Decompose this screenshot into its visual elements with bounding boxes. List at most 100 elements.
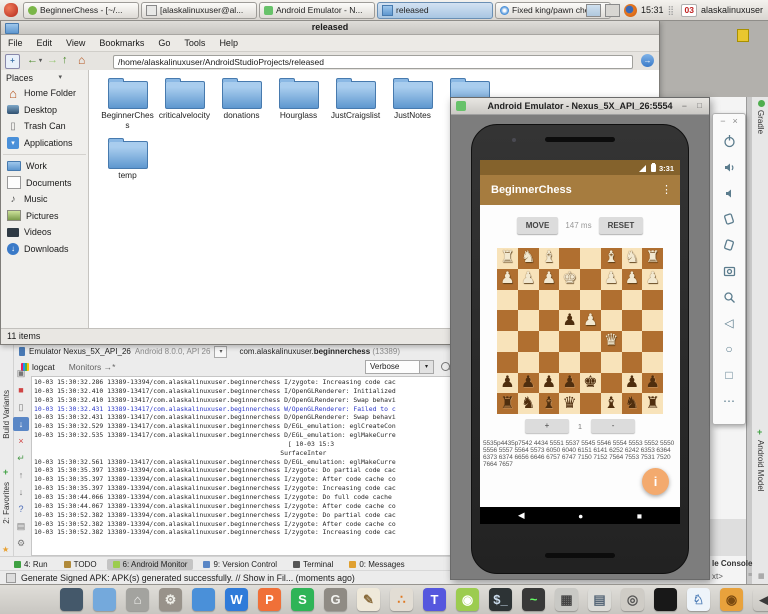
tool-window-tab[interactable]: 0: Messages [343,559,410,570]
board-square[interactable] [642,290,663,311]
volume-down-icon[interactable] [713,180,745,206]
new-tab-icon[interactable]: + [5,54,20,69]
folder-item[interactable]: criticalvelocity [156,81,213,130]
terminal[interactable]: $_ [489,588,512,611]
board-square[interactable] [622,352,643,373]
emulator-titlebar[interactable]: Android Emulator - Nexus_5X_API_26:5554 … [451,98,709,115]
console-mini-icon[interactable]: ≡ [748,572,752,579]
tab-favorites[interactable]: 2: Favorites [2,482,11,524]
screenshot-tool[interactable]: ◎ [621,588,644,611]
menu-item[interactable]: Tools [177,38,212,48]
folder-item[interactable]: temp [99,141,156,181]
board-square[interactable] [497,331,518,352]
board-square[interactable]: ♞ [518,393,539,414]
overview-icon[interactable]: □ [713,362,745,388]
phone[interactable] [654,588,677,611]
board-square[interactable] [642,310,663,331]
power-icon[interactable] [713,128,745,154]
folder-item[interactable]: JustNotes [384,81,441,130]
board-square[interactable]: ♟ [580,310,601,331]
menu-item[interactable]: Go [151,38,177,48]
board-square[interactable] [559,352,580,373]
tray-icon[interactable]: ⣿ [667,5,677,15]
gradle-console-tab[interactable]: le Console [712,559,752,568]
board-square[interactable] [642,352,663,373]
place-item[interactable]: Music [1,191,88,208]
places-header[interactable]: Places▾ [1,70,88,85]
go-icon[interactable]: → [641,54,654,67]
taskbar-window-button[interactable]: BeginnerChess - [~/... [23,2,139,19]
wrap-icon[interactable]: ↵ [13,451,29,465]
tool-window-tab[interactable]: 4: Run [8,559,54,570]
tool-window-tab[interactable]: TODO [58,559,103,570]
board-square[interactable]: ♟ [497,269,518,290]
board-square[interactable] [580,290,601,311]
folder-item[interactable]: BeginnerChess [99,81,156,130]
menu-item[interactable]: Bookmarks [92,38,151,48]
move-button[interactable]: MOVE [517,217,559,234]
jack-audio[interactable]: ◉ [720,588,743,611]
home-icon[interactable]: ○ [713,336,745,362]
board-square[interactable] [518,352,539,373]
folder-item[interactable]: donations [213,81,270,130]
window-titlebar[interactable]: released [1,21,659,35]
tool-window-tab[interactable]: Terminal [287,559,339,570]
back-dropdown-icon[interactable]: ▾ [39,54,42,69]
place-item[interactable]: Desktop [1,102,88,119]
device-name[interactable]: Emulator Nexus_5X_API_26 [29,347,131,356]
taskbar-window-button[interactable]: released [377,2,493,19]
place-item[interactable]: Videos [1,224,88,241]
close-icon[interactable]: × [733,114,738,128]
home-icon[interactable]: ⌂ [78,54,85,67]
gear-icon[interactable]: ⚙ [13,536,29,550]
tab-logcat[interactable]: logcat [32,362,55,372]
zoom-icon[interactable] [713,284,745,310]
scroll-to-end-icon[interactable]: ↓ [13,417,29,431]
folder-item[interactable]: Hourglass [270,81,327,130]
board-square[interactable]: ♝ [601,248,622,269]
wps-spreadsheet[interactable]: S [291,588,314,611]
menu-item[interactable]: Edit [30,38,60,48]
tab-build-variants[interactable]: Build Variants [2,390,11,439]
board-square[interactable] [622,331,643,352]
board-square[interactable] [497,352,518,373]
board-square[interactable] [642,331,663,352]
firefox-icon[interactable] [624,4,637,17]
board-square[interactable]: ♟ [601,269,622,290]
tetris-app[interactable]: T [423,588,446,611]
console-grid-icon[interactable]: ▦ [758,572,765,580]
board-square[interactable] [539,331,560,352]
board-square[interactable] [601,373,622,394]
board-square[interactable] [559,290,580,311]
place-item[interactable]: Downloads [1,241,88,258]
record-icon[interactable]: ■ [13,383,29,397]
rotate-left-icon[interactable] [713,206,745,232]
board-square[interactable] [601,310,622,331]
board-square[interactable] [601,352,622,373]
android-studio[interactable]: ◉ [456,588,479,611]
place-item[interactable]: Pictures [1,208,88,225]
dots-app[interactable]: ∴ [390,588,413,611]
minimize-icon[interactable]: − [682,98,687,114]
depth-minus-button[interactable]: - [591,419,635,433]
board-square[interactable]: ♟ [539,269,560,290]
folder-item[interactable]: JustCraigslist [327,81,384,130]
back-icon[interactable]: ◁ [713,310,745,336]
home-folder[interactable]: ⌂ [126,588,149,611]
menu-item[interactable]: Help [212,38,245,48]
info-fab[interactable]: i [642,468,669,495]
tool-window-tab[interactable]: 9: Version Control [197,559,283,570]
board-square[interactable]: ♟ [559,373,580,394]
tab-gradle[interactable]: Gradle [756,110,765,134]
gimp[interactable]: G [324,588,347,611]
more-icon[interactable]: ⋯ [713,388,745,414]
trash-icon[interactable]: ▯ [13,400,29,414]
board-square[interactable]: ♜ [497,248,518,269]
board-square[interactable] [559,331,580,352]
reset-button[interactable]: RESET [599,217,644,234]
board-square[interactable] [622,290,643,311]
status-message[interactable]: Generate Signed APK: APK(s) generated su… [21,573,355,583]
board-square[interactable]: ♝ [601,393,622,414]
board-square[interactable]: ♜ [642,248,663,269]
calculator[interactable]: ▦ [555,588,578,611]
